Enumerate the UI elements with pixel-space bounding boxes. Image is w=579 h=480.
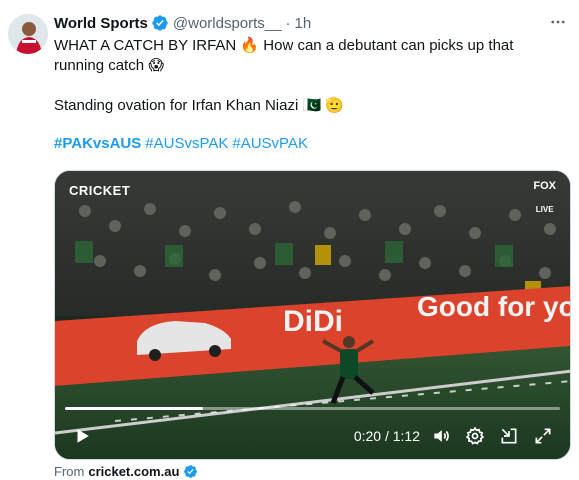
play-icon[interactable] [65,419,99,453]
video-player[interactable]: DiDi Good for yo CRICKET FOX LIVE 0:20 /… [54,170,571,460]
more-horizontal-icon[interactable] [546,10,570,34]
time-separator: · [285,14,291,32]
verified-badge-icon [151,14,169,32]
broadcaster-logo: CRICKET [69,183,131,198]
settings-icon[interactable] [458,419,492,453]
channel-logo-live: LIVE [535,205,554,214]
channel-logo-top: FOX [533,180,556,192]
author-handle[interactable]: @worldsports__ [173,15,282,32]
fullscreen-icon[interactable] [526,419,560,453]
author-name[interactable]: World Sports [54,15,148,32]
tweet-time[interactable]: 1h [295,15,312,32]
source-prefix: From [54,463,85,479]
minimize-icon[interactable] [492,419,526,453]
hashtag-link[interactable]: #AUSvsPAK [145,135,228,152]
hashtags: #PAKvsAUS #AUSvsPAK #AUSvPAK [54,134,572,154]
verified-badge-icon [183,464,198,479]
tweet-line-1: WHAT A CATCH BY IRFAN 🔥 How can a debuta… [54,37,514,74]
source-domain-link[interactable]: cricket.com.au [88,464,179,479]
avatar[interactable] [8,14,48,54]
video-controls: 0:20 / 1:12 [55,413,570,459]
video-progress-bar[interactable] [65,407,560,410]
source-attribution: From cricket.com.au [54,462,198,480]
tweet-text: WHAT A CATCH BY IRFAN 🔥 How can a debuta… [54,36,559,116]
tweet-header: World Sports @worldsports__ · 1h [54,12,572,34]
tweet[interactable]: World Sports @worldsports__ · 1h WHAT A … [54,12,572,154]
video-progress-fill [65,407,203,410]
volume-icon[interactable] [424,419,458,453]
hashtag-link[interactable]: #AUSvPAK [232,135,308,152]
hashtag-link[interactable]: #PAKvsAUS [54,135,141,152]
video-timecode: 0:20 / 1:12 [353,428,420,444]
tweet-line-2: Standing ovation for Irfan Khan Niazi 🇵🇰… [54,97,345,114]
channel-logo: FOX LIVE [533,181,556,215]
